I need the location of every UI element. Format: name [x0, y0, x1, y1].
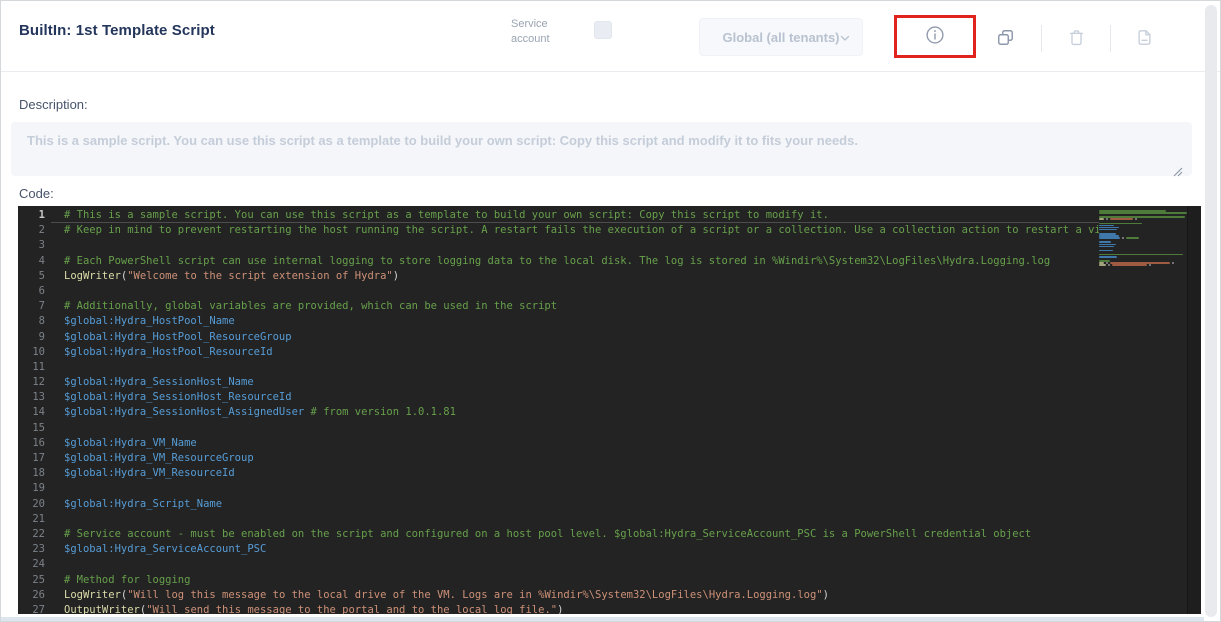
code-line: 24 [18, 557, 1099, 572]
service-account-checkbox[interactable] [594, 21, 612, 39]
resize-grip-icon[interactable] [1173, 164, 1183, 174]
code-lines: 1# This is a sample script. You can use … [18, 208, 1099, 614]
code-line: 21 [18, 512, 1099, 527]
code-line: 12$global:Hydra_SessionHost_Name [18, 375, 1099, 390]
save-icon [1135, 28, 1154, 50]
code-line: 16$global:Hydra_VM_Name [18, 436, 1099, 451]
code-line: 15 [18, 421, 1099, 436]
header-divider [1, 71, 1220, 72]
code-line: 20$global:Hydra_Script_Name [18, 497, 1099, 512]
code-line: 6 [18, 284, 1099, 299]
delete-button[interactable] [1065, 28, 1087, 50]
code-line: 11 [18, 360, 1099, 375]
code-line: 9$global:Hydra_HostPool_ResourceGroup [18, 330, 1099, 345]
code-line: 27OutputWriter("Will send this message t… [18, 603, 1099, 614]
description-label: Description: [19, 97, 88, 112]
code-line: 26LogWriter("Will log this message to th… [18, 588, 1099, 603]
script-editor-window: BuiltIn: 1st Template Script Service acc… [0, 0, 1221, 622]
code-editor[interactable]: 1# This is a sample script. You can use … [18, 206, 1201, 614]
code-line: 1# This is a sample script. You can use … [18, 208, 1099, 223]
tenant-dropdown[interactable]: Global (all tenants) [699, 18, 863, 56]
page-scrollbar[interactable] [1205, 5, 1217, 617]
code-line: 4# Each PowerShell script can use intern… [18, 254, 1099, 269]
service-account-label: Service account [511, 17, 569, 47]
code-line: 8$global:Hydra_HostPool_Name [18, 314, 1099, 329]
card-bottom-edge [1, 617, 1204, 621]
copy-button[interactable] [994, 28, 1016, 50]
code-line: 3 [18, 238, 1099, 253]
code-line: 5LogWriter("Welcome to the script extens… [18, 269, 1099, 284]
description-textarea[interactable]: This is a sample script. You can use thi… [11, 122, 1192, 176]
chevron-down-icon [839, 32, 851, 44]
save-button[interactable] [1133, 28, 1155, 50]
code-line: 13$global:Hydra_SessionHost_ResourceId [18, 390, 1099, 405]
page-title: BuiltIn: 1st Template Script [19, 22, 215, 39]
code-line: 10$global:Hydra_HostPool_ResourceId [18, 345, 1099, 360]
code-line: 14$global:Hydra_SessionHost_AssignedUser… [18, 405, 1099, 420]
editor-minimap[interactable] [1099, 206, 1187, 614]
code-line: 2# Keep in mind to prevent restarting th… [18, 223, 1099, 238]
editor-scrollbar[interactable] [1187, 206, 1201, 614]
info-button-highlight [894, 15, 976, 58]
minimap-line [1099, 264, 1187, 266]
toolbar-divider [1110, 25, 1111, 52]
tenant-dropdown-value: Global (all tenants) [722, 30, 839, 45]
info-button[interactable] [922, 24, 948, 50]
toolbar-divider [1041, 25, 1042, 52]
copy-icon [996, 28, 1015, 50]
code-line: 7# Additionally, global variables are pr… [18, 299, 1099, 314]
code-line: 19 [18, 481, 1099, 496]
code-line: 17$global:Hydra_VM_ResourceGroup [18, 451, 1099, 466]
code-line: 22# Service account - must be enabled on… [18, 527, 1099, 542]
code-line: 23$global:Hydra_ServiceAccount_PSC [18, 542, 1099, 557]
trash-icon [1067, 28, 1086, 50]
code-line: 18$global:Hydra_VM_ResourceId [18, 466, 1099, 481]
code-line: 25# Method for logging [18, 573, 1099, 588]
minimap-line [1099, 212, 1187, 214]
code-label: Code: [19, 186, 54, 201]
info-circle-icon [924, 34, 946, 49]
